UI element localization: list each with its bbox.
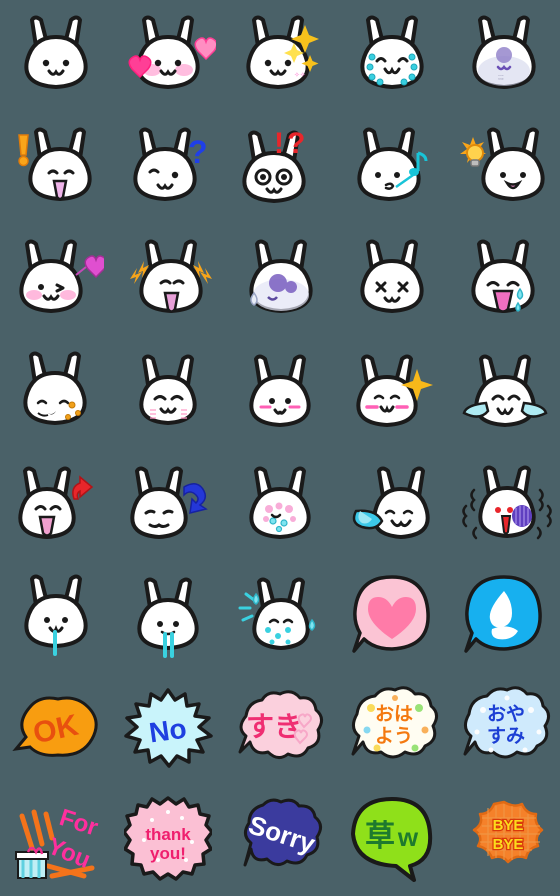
bubble-ohayou-line2: よう [375,725,413,747]
rabbit-dead-x-eyes-icon [360,239,424,313]
sticker-cell-rabbit-eating-crumbs[interactable]: Rabbit eating with orange crumbs [0,336,112,448]
bubble-thankyou-line1: thank [145,825,191,844]
svg-text:?: ? [188,134,208,170]
sticker-cell-bubble-oyasumi[interactable]: Oyasumi (Good night) bubble おや すみ [448,672,560,784]
bubble-bye-line1: BYE [493,817,524,834]
sticker-cell-rabbit-love-hearts[interactable]: Blushing rabbit with pink hearts [112,0,224,112]
rabbit-surprised-interrobang-icon: !? [242,127,306,203]
bubble-thank-you-icon: thank you! [124,796,212,881]
rabbit-wink-heart-icon [19,239,104,313]
sticker-cell-decor-for-you[interactable]: For You with gift box and confetti stick… [0,784,112,896]
sticker-cell-rabbit-sparkle-happy[interactable]: Rabbit with yellow sparkles ✧✧ [224,0,336,112]
rabbit-question-icon: ? [133,127,208,201]
sticker-cell-rabbit-sweating-panic[interactable]: Panicking rabbit with cyan sweat drops [224,560,336,672]
rabbit-dizzy-sweat-icon [249,239,313,313]
bubble-oyasumi-line2: すみ [487,725,525,747]
sticker-cell-rabbit-whistling-music[interactable]: Whistling rabbit with cyan music note [336,112,448,224]
rabbit-red-arrow-up-icon [18,466,94,539]
sticker-cell-rabbit-dead-x-eyes[interactable]: Rabbit with X eyes [336,224,448,336]
sticker-cell-bubble-suki[interactable]: Suki (I like you) bubble すき [224,672,336,784]
sticker-cell-bubble-blue-sweat[interactable]: Blue speech bubble with sweat drops [448,560,560,672]
svg-text:!: ! [274,127,284,160]
bubble-oyasumi-line1: おや [487,703,525,725]
bubble-ok-icon: OK [12,696,98,757]
sticker-cell-bubble-sorry[interactable]: Sorry bubble Sorry [224,784,336,896]
rabbit-idea-lightbulb-icon [460,127,545,201]
rabbit-double-drool-icon [137,577,199,658]
rabbit-exclamation-idea-icon [18,127,92,201]
rabbit-whistling-music-icon [357,127,428,201]
rabbit-bawling-pink-mouth-icon [471,239,535,313]
sticker-cell-rabbit-cold-ice-pack[interactable]: Rabbit with blue ice pack [336,448,448,560]
bubble-suki-text: すき [246,710,302,743]
sticker-cell-bubble-pink-heart[interactable]: Pink speech bubble with heart [336,560,448,672]
rabbit-sweating-panic-icon [238,577,316,650]
bubble-ohayou-icon: おは よう [351,686,438,759]
bubble-sorry-icon: Sorry [243,798,322,867]
bubble-w-char: w [397,822,419,852]
sticker-cell-rabbit-question[interactable]: Rabbit with blue question mark ? [112,112,224,224]
sticker-cell-bubble-thank-you[interactable]: Thank you bubble thank you! [112,784,224,896]
bubble-oyasumi-icon: おや すみ [463,686,550,759]
rabbit-sick-pink-spots-icon [249,466,311,539]
bubble-thankyou-line2: you! [150,844,186,863]
rabbit-neutral-smile-icon [24,15,88,89]
sticker-cell-rabbit-shy-blush[interactable]: Shy rabbit with faint pink blush [112,336,224,448]
sticker-cell-bubble-no[interactable]: NO bubble No [112,672,224,784]
svg-text:✧✧: ✧✧ [294,71,306,79]
sticker-cell-rabbit-sparkle-cheeks[interactable]: Rabbit with pink cheeks and yellow star … [336,336,448,448]
sticker-cell-rabbit-dizzy-sweat[interactable]: Dizzy rabbit with purple swirl and sweat [224,224,336,336]
rabbit-single-drool-icon [24,574,88,656]
sticker-cell-rabbit-red-arrow-up[interactable]: Rabbit with red up arrow and tongue out [0,448,112,560]
bubble-suki-icon: すき [238,690,323,759]
bubble-ohayou-line1: おは [375,703,413,725]
rabbit-blue-arrow-down-icon [130,466,208,539]
bubble-blue-sweat-icon [464,575,542,653]
sticker-cell-bubble-bye-bye[interactable]: Bye Bye bubble BYE BYE [448,784,560,896]
sticker-cell-rabbit-idea-lightbulb[interactable]: Rabbit with orange light bulb idea [448,112,560,224]
sticker-cell-rabbit-sick-pink-spots[interactable]: Sick rabbit with pink spots [224,448,336,560]
sticker-cell-bubble-kusa-w[interactable]: Kusa w (lol) bubble 草 w [336,784,448,896]
sticker-cell-rabbit-neutral-smile[interactable]: Neutral smiling rabbit [0,0,112,112]
rabbit-cold-ice-pack-icon [352,466,430,539]
sticker-cell-rabbit-horrified-shaking[interactable]: Horrified shaking rabbit with red tongue… [448,448,560,560]
sticker-cell-rabbit-surprised-interrobang[interactable]: Shocked rabbit with red exclamation ques… [224,112,336,224]
sticker-cell-rabbit-double-drool[interactable]: Rabbit with double cyan drool [112,560,224,672]
sticker-cell-rabbit-exclamation-idea[interactable]: Rabbit with yellow exclamation mark and … [0,112,112,224]
rabbit-tongue-out-angry-icon [130,239,212,313]
sticker-cell-bubble-ok[interactable]: OK bubble OK [0,672,112,784]
rabbit-crying-teardrops-icon [360,15,424,89]
emoji-sticker-grid: Neutral smiling rabbit Blushing rabbit w… [0,0,560,896]
sticker-cell-bubble-ohayou[interactable]: Ohayou (Good morning) bubble おは よう [336,672,448,784]
decor-for-you-icon: For You [15,804,101,879]
sticker-cell-rabbit-wink-heart[interactable]: Winking blushing rabbit with magenta hea… [0,224,112,336]
rabbit-flying-tears-icon [462,354,548,427]
sticker-cell-rabbit-flying-tears[interactable]: Rabbit with big cyan flying tears [448,336,560,448]
bubble-no-text: No [147,713,188,749]
rabbit-sparkle-happy-icon: ✧✧ [246,15,319,89]
svg-text:;;;: ;;; [498,74,504,81]
rabbit-horrified-shaking-icon [462,465,552,540]
sticker-cell-rabbit-single-drool[interactable]: Rabbit with single cyan drool [0,560,112,672]
sticker-cell-rabbit-tongue-out-angry[interactable]: Rabbit sticking out tongue with orange f… [112,224,224,336]
bubble-kusa-char: 草 [365,819,395,854]
sticker-cell-rabbit-bawling-pink-mouth[interactable]: Bawling rabbit with pink mouth and blue … [448,224,560,336]
rabbit-sparkle-cheeks-icon [356,354,433,427]
rabbit-shy-blush-icon [139,354,197,425]
sticker-cell-rabbit-gloomy-shadow[interactable]: Gloomy rabbit with purple shadow ;;; [448,0,560,112]
bubble-no-icon: No [124,688,213,768]
rabbit-love-hearts-icon [128,15,216,89]
bubble-pink-heart-icon [352,575,430,653]
bubble-bye-line2: BYE [493,836,524,853]
sticker-cell-rabbit-blush-pink-cheeks[interactable]: Rabbit with bright pink cheeks [224,336,336,448]
rabbit-gloomy-shadow-icon: ;;; [472,15,536,89]
rabbit-blush-pink-cheeks-icon [249,354,311,427]
bubble-kusa-w-icon: 草 w [351,797,433,882]
bubble-bye-bye-icon: BYE BYE [472,800,544,864]
svg-text:?: ? [287,127,305,160]
sticker-cell-rabbit-crying-teardrops[interactable]: Rabbit with cyan teardrops around face [336,0,448,112]
sticker-cell-rabbit-blue-arrow-down[interactable]: Rabbit with blue down arrow [112,448,224,560]
rabbit-eating-crumbs-icon [23,351,87,425]
